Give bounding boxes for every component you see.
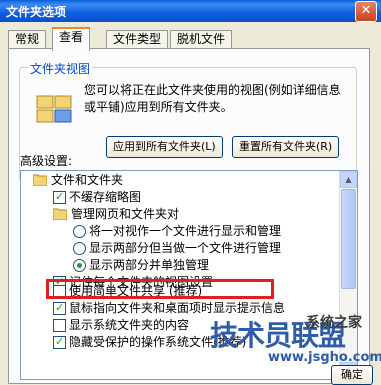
- close-button[interactable]: ✕: [355, 1, 377, 22]
- radio-button[interactable]: [73, 259, 86, 272]
- option-label: 显示两部分但当做一个文件进行管理: [89, 241, 282, 255]
- radio-button[interactable]: [73, 225, 86, 238]
- apply-to-all-folders-button[interactable]: 应用到所有文件夹(L): [106, 136, 223, 158]
- ok-button[interactable]: 确定: [331, 365, 373, 385]
- folder-views-title: 文件夹视图: [28, 60, 93, 77]
- scroll-thumb[interactable]: [341, 189, 356, 289]
- option-label: 显示两部分并单独管理: [89, 258, 210, 272]
- folder-views-icon: [36, 95, 72, 123]
- folder-views-description: 您可以将正在此文件夹使用的视图(例如详细信息或平铺)应用到所有文件夹。: [84, 83, 341, 114]
- watermark-url: www.jsgho.com: [268, 350, 381, 365]
- tab-file-types[interactable]: 文件类型: [106, 30, 169, 49]
- checkbox[interactable]: [53, 300, 66, 316]
- checkbox[interactable]: [53, 189, 66, 205]
- tab-offline-files[interactable]: 脱机文件: [170, 30, 233, 49]
- scroll-up-icon[interactable]: ▲: [340, 171, 357, 188]
- watermark-brand-right: 系统之家: [306, 315, 362, 331]
- tab-view[interactable]: 查看: [52, 27, 91, 51]
- checkbox[interactable]: [53, 319, 66, 332]
- radio-button[interactable]: [73, 242, 86, 255]
- tree-item-label: 文件和文件夹: [51, 173, 124, 187]
- title-bar: 文件夹选项 ✕: [0, 0, 381, 22]
- option-label: 不缓存缩略图: [69, 190, 142, 204]
- tree-item-label: 管理网页和文件夹对: [71, 207, 180, 221]
- reset-all-folders-button[interactable]: 重置所有文件夹(R): [232, 136, 340, 158]
- option-label: 将一对视作一个文件进行显示和管理: [89, 224, 282, 238]
- simple-file-sharing-highlight: [46, 279, 274, 299]
- folder-icon: [53, 208, 67, 220]
- tab-general[interactable]: 常规: [8, 30, 47, 49]
- advanced-settings-label: 高级设置:: [20, 154, 73, 168]
- checkbox[interactable]: [53, 334, 66, 350]
- window-title: 文件夹选项: [6, 5, 67, 19]
- folder-icon: [33, 174, 47, 186]
- option-label: 显示系统文件夹的内容: [69, 318, 190, 332]
